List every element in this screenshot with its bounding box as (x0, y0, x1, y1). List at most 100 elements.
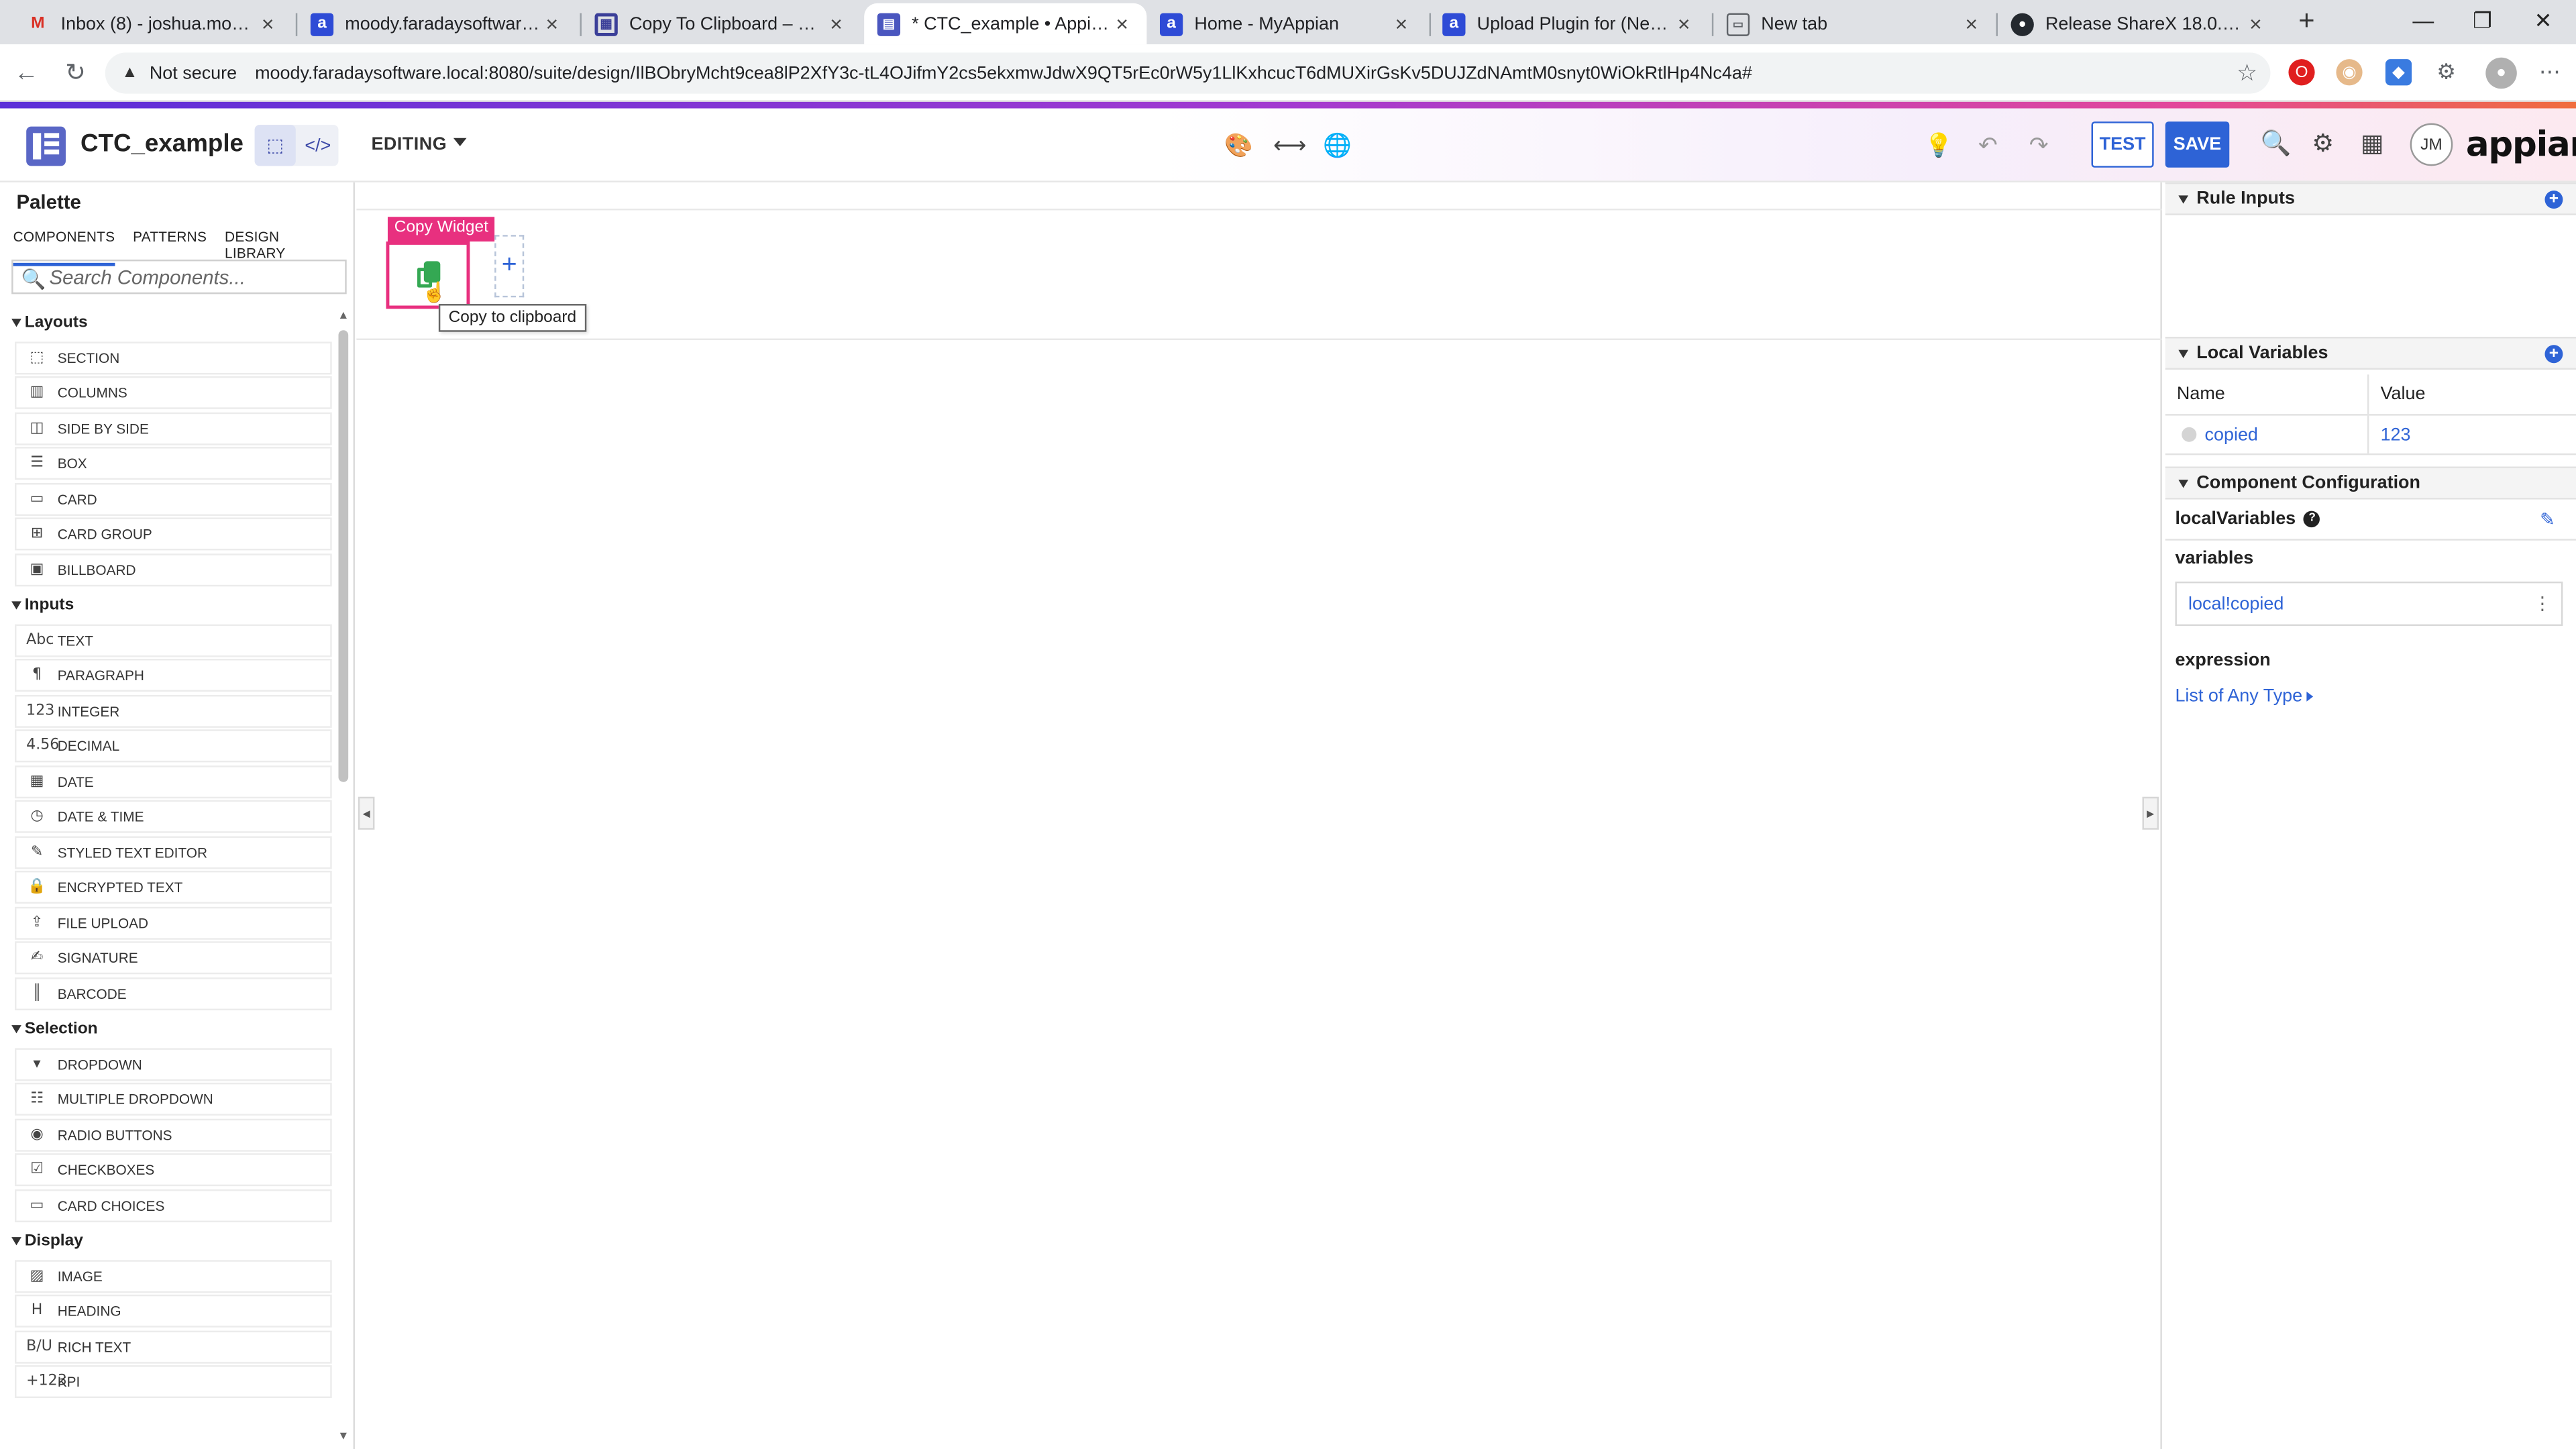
variables-field[interactable]: local!copied ⋮ (2175, 581, 2563, 627)
palette-item[interactable]: ◷ DATE & TIME (15, 800, 332, 833)
palette-item[interactable]: ▨ IMAGE (15, 1259, 332, 1293)
add-component-slot[interactable]: + (494, 235, 525, 298)
browser-menu-icon[interactable]: ⋯ (2536, 59, 2563, 85)
new-tab-button[interactable]: + (2290, 5, 2323, 38)
scroll-down-icon[interactable]: ▼ (337, 1431, 350, 1444)
browser-tab-active[interactable]: ▤ * CTC_example • Appian Int × (864, 3, 1147, 45)
palette-item[interactable]: ▭ CARD (15, 482, 332, 515)
canvas-root-layout[interactable] (356, 210, 2162, 340)
globe-icon[interactable]: 🌐 (1322, 129, 1352, 159)
palette-item[interactable]: ✍ SIGNATURE (15, 941, 332, 975)
undo-icon[interactable]: ↶ (1973, 129, 2002, 159)
design-mode-button[interactable]: ⬚ (254, 125, 296, 166)
palette-item[interactable]: ✎ STYLED TEXT EDITOR (15, 835, 332, 869)
close-icon[interactable]: × (541, 11, 564, 36)
browser-tab[interactable]: a Home - MyAppian × (1146, 3, 1426, 44)
test-button[interactable]: TEST (2091, 121, 2154, 168)
restore-button[interactable]: ❐ (2458, 5, 2507, 38)
palette-category[interactable]: Display (8, 1224, 331, 1256)
add-local-variable-icon[interactable]: + (2544, 345, 2563, 364)
lightbulb-icon[interactable]: 💡 (1924, 129, 1953, 159)
variable-value-link[interactable]: 123 (2381, 425, 2411, 444)
bookmark-star-icon[interactable]: ☆ (2237, 59, 2257, 87)
palette-item[interactable]: ☑ CHECKBOXES (15, 1153, 332, 1187)
palette-item[interactable]: ¶ PARAGRAPH (15, 659, 332, 692)
search-components-input[interactable]: 🔍 Search Components... (11, 259, 347, 294)
palette-item[interactable]: ◫ SIDE BY SIDE (15, 411, 332, 445)
minimize-button[interactable]: — (2399, 5, 2448, 38)
close-icon[interactable]: × (1672, 11, 1695, 36)
opera-extension-icon[interactable]: O (2288, 59, 2315, 86)
expression-mode-button[interactable]: </> (297, 125, 338, 166)
palette-item[interactable]: ║ BARCODE (15, 976, 332, 1010)
width-toggle-icon[interactable]: ⟷ (1273, 129, 1306, 159)
palette-item[interactable]: ▭ CARD CHOICES (15, 1188, 332, 1222)
browser-tab[interactable]: a Upload Plugin for (New Sub × (1430, 3, 1709, 44)
palette-item[interactable]: ▦ DATE (15, 765, 332, 798)
palette-item[interactable]: ▣ BILLBOARD (15, 553, 332, 586)
extensions-puzzle-icon[interactable]: ⚙ (2433, 59, 2459, 85)
palette-item[interactable]: 4.56 DECIMAL (15, 729, 332, 763)
extension-icon[interactable]: ◆ (2385, 59, 2412, 86)
component-configuration-header[interactable]: Component Configuration (2165, 466, 2576, 500)
browser-tab[interactable]: ▭ New tab × (1713, 3, 1996, 44)
palette-item[interactable]: B/U RICH TEXT (15, 1330, 332, 1363)
palette-item[interactable]: H HEADING (15, 1294, 332, 1328)
scroll-up-icon[interactable]: ▲ (337, 311, 350, 324)
palette-category[interactable]: Inputs (8, 588, 331, 621)
palette-item[interactable]: ☰ BOX (15, 447, 332, 480)
browser-tab[interactable]: ▦ Copy To Clipboard – Build - × (582, 3, 861, 44)
help-icon[interactable]: ? (2304, 511, 2320, 528)
close-window-button[interactable]: ✕ (2518, 5, 2567, 38)
redo-icon[interactable]: ↷ (2024, 129, 2053, 159)
palette-item[interactable]: +123 KPI (15, 1365, 332, 1399)
palette-item[interactable]: ⬚ SECTION (15, 341, 332, 374)
back-button[interactable]: ← (8, 56, 44, 92)
palette-item[interactable]: ▾ DROPDOWN (15, 1047, 332, 1081)
extension-icon[interactable]: ◉ (2336, 59, 2363, 86)
palette-item[interactable]: ⇪ FILE UPLOAD (15, 906, 332, 939)
collapse-palette-button[interactable]: ◂ (358, 796, 375, 830)
avatar[interactable]: JM (2410, 123, 2453, 166)
close-icon[interactable]: × (1390, 11, 1413, 36)
scrollbar-thumb[interactable] (338, 330, 349, 782)
local-variables-header[interactable]: Local Variables + (2165, 337, 2576, 370)
browser-tab[interactable]: M Inbox (8) - joshua.moody@f × (13, 3, 292, 44)
table-row[interactable]: copied 123 (2165, 415, 2576, 455)
variable-reference[interactable]: local!copied (2188, 594, 2284, 613)
close-icon[interactable]: × (824, 11, 847, 36)
browser-tab[interactable]: a moody.faradaysoftware.loca × (297, 3, 576, 44)
variable-name-link[interactable]: copied (2205, 425, 2258, 444)
search-icon[interactable]: 🔍 (2261, 129, 2292, 159)
palette-item[interactable]: ◉ RADIO BUTTONS (15, 1118, 332, 1151)
close-icon[interactable]: × (2244, 11, 2267, 36)
close-icon[interactable]: × (1111, 11, 1134, 36)
palette-theme-icon[interactable]: 🎨 (1224, 129, 1253, 159)
palette-scrollbar[interactable]: ▲ ▼ (337, 311, 350, 1444)
gear-icon[interactable]: ⚙ (2308, 129, 2338, 159)
palette-item[interactable]: 123 INTEGER (15, 694, 332, 727)
close-icon[interactable]: × (256, 11, 279, 36)
palette-item[interactable]: ☷ MULTIPLE DROPDOWN (15, 1082, 332, 1116)
close-icon[interactable]: × (1960, 11, 1983, 36)
copy-widget-component[interactable]: ☝ (386, 241, 470, 309)
app-grid-icon[interactable]: ▦ (2357, 129, 2387, 159)
add-rule-input-icon[interactable]: + (2544, 191, 2563, 209)
palette-item[interactable]: Abc TEXT (15, 623, 332, 657)
palette-category[interactable]: Layouts (8, 306, 331, 339)
edit-expression-icon[interactable]: ✎ (2540, 509, 2559, 531)
browser-tab[interactable]: ● Release ShareX 18.0.1 · Shar × (1998, 3, 2280, 44)
palette-item[interactable]: ▥ COLUMNS (15, 376, 332, 409)
rule-inputs-header[interactable]: Rule Inputs + (2165, 182, 2576, 215)
expression-type-link[interactable]: List of Any Type (2175, 687, 2314, 706)
save-button[interactable]: SAVE (2165, 121, 2230, 168)
editing-mode-dropdown[interactable]: EDITING (371, 135, 467, 154)
reload-button[interactable]: ↻ (58, 56, 94, 92)
collapse-config-button[interactable]: ▸ (2142, 796, 2159, 830)
palette-category[interactable]: Selection (8, 1012, 331, 1045)
palette-item[interactable]: ⊞ CARD GROUP (15, 517, 332, 551)
palette-item[interactable]: 🔒 ENCRYPTED TEXT (15, 870, 332, 904)
profile-icon[interactable]: ● (2485, 57, 2517, 89)
address-bar[interactable]: ▲ Not secure moody.faradaysoftware.local… (105, 52, 2271, 94)
more-options-icon[interactable]: ⋮ (2533, 593, 2551, 614)
